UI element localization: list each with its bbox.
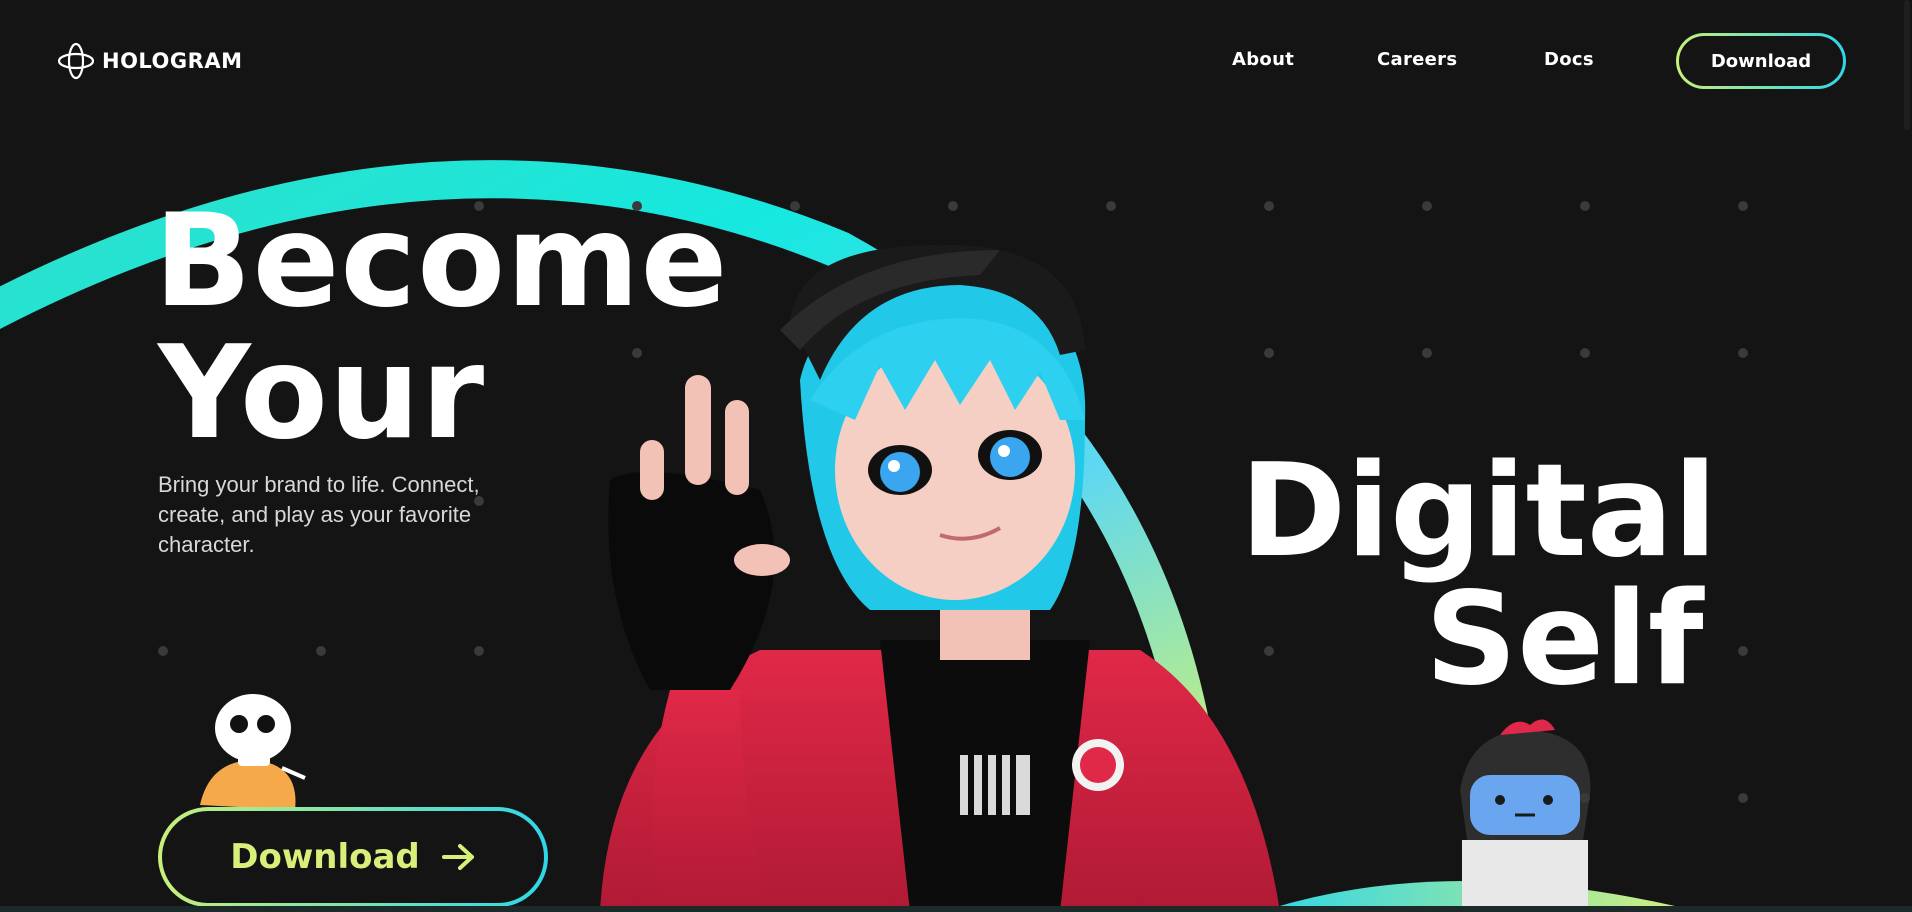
hero-download-button[interactable]: Download bbox=[158, 807, 548, 907]
grid-dot bbox=[1422, 201, 1432, 211]
hero-heading-line-3: Digital bbox=[1240, 437, 1718, 586]
brand-name: HOLOGRAM bbox=[102, 49, 243, 73]
grid-dot bbox=[474, 646, 484, 656]
knight-mascot-illustration bbox=[1460, 719, 1591, 912]
hero-heading-line-2: Your bbox=[158, 319, 486, 468]
grid-dot bbox=[1738, 348, 1748, 358]
avatar-girl-illustration bbox=[600, 244, 1280, 912]
nav-download-button[interactable]: Download bbox=[1676, 33, 1846, 89]
grid-dot bbox=[316, 646, 326, 656]
grid-dot bbox=[1106, 201, 1116, 211]
grid-dot bbox=[1580, 793, 1590, 803]
brand-logo-link[interactable]: HOLOGRAM bbox=[58, 42, 242, 80]
page-scrollbar[interactable] bbox=[1904, 0, 1910, 130]
nav-link-about[interactable]: About bbox=[1232, 49, 1294, 70]
skeleton-mascot-illustration bbox=[200, 694, 306, 810]
grid-dot bbox=[1264, 348, 1274, 358]
nav-link-docs[interactable]: Docs bbox=[1544, 49, 1594, 70]
hero-download-label: Download bbox=[230, 837, 420, 877]
arrow-right-icon bbox=[441, 844, 474, 870]
grid-dot bbox=[632, 348, 642, 358]
hero-heading-line-4: Self bbox=[1425, 565, 1704, 714]
grid-dot bbox=[1264, 201, 1274, 211]
grid-dot bbox=[1264, 646, 1274, 656]
hero-tagline: Bring your brand to life. Connect, creat… bbox=[158, 472, 480, 557]
grid-dot bbox=[1580, 348, 1590, 358]
nav-link-careers[interactable]: Careers bbox=[1377, 49, 1457, 70]
hologram-logo-icon bbox=[58, 42, 94, 80]
grid-dot bbox=[158, 646, 168, 656]
grid-dot bbox=[1738, 793, 1748, 803]
grid-dot bbox=[790, 201, 800, 211]
grid-dot bbox=[1738, 201, 1748, 211]
bottom-edge bbox=[0, 906, 1912, 912]
landing-page: HOLOGRAM About Careers Docs Download Bec… bbox=[0, 0, 1912, 912]
grid-dot bbox=[948, 201, 958, 211]
grid-dot bbox=[1738, 646, 1748, 656]
grid-dot bbox=[1580, 201, 1590, 211]
top-navigation: HOLOGRAM About Careers Docs Download bbox=[0, 0, 1912, 120]
hero-download-content: Download bbox=[162, 811, 544, 903]
grid-dot bbox=[1422, 348, 1432, 358]
hero-heading-line-1: Become bbox=[154, 187, 729, 336]
nav-download-label: Download bbox=[1679, 36, 1843, 86]
